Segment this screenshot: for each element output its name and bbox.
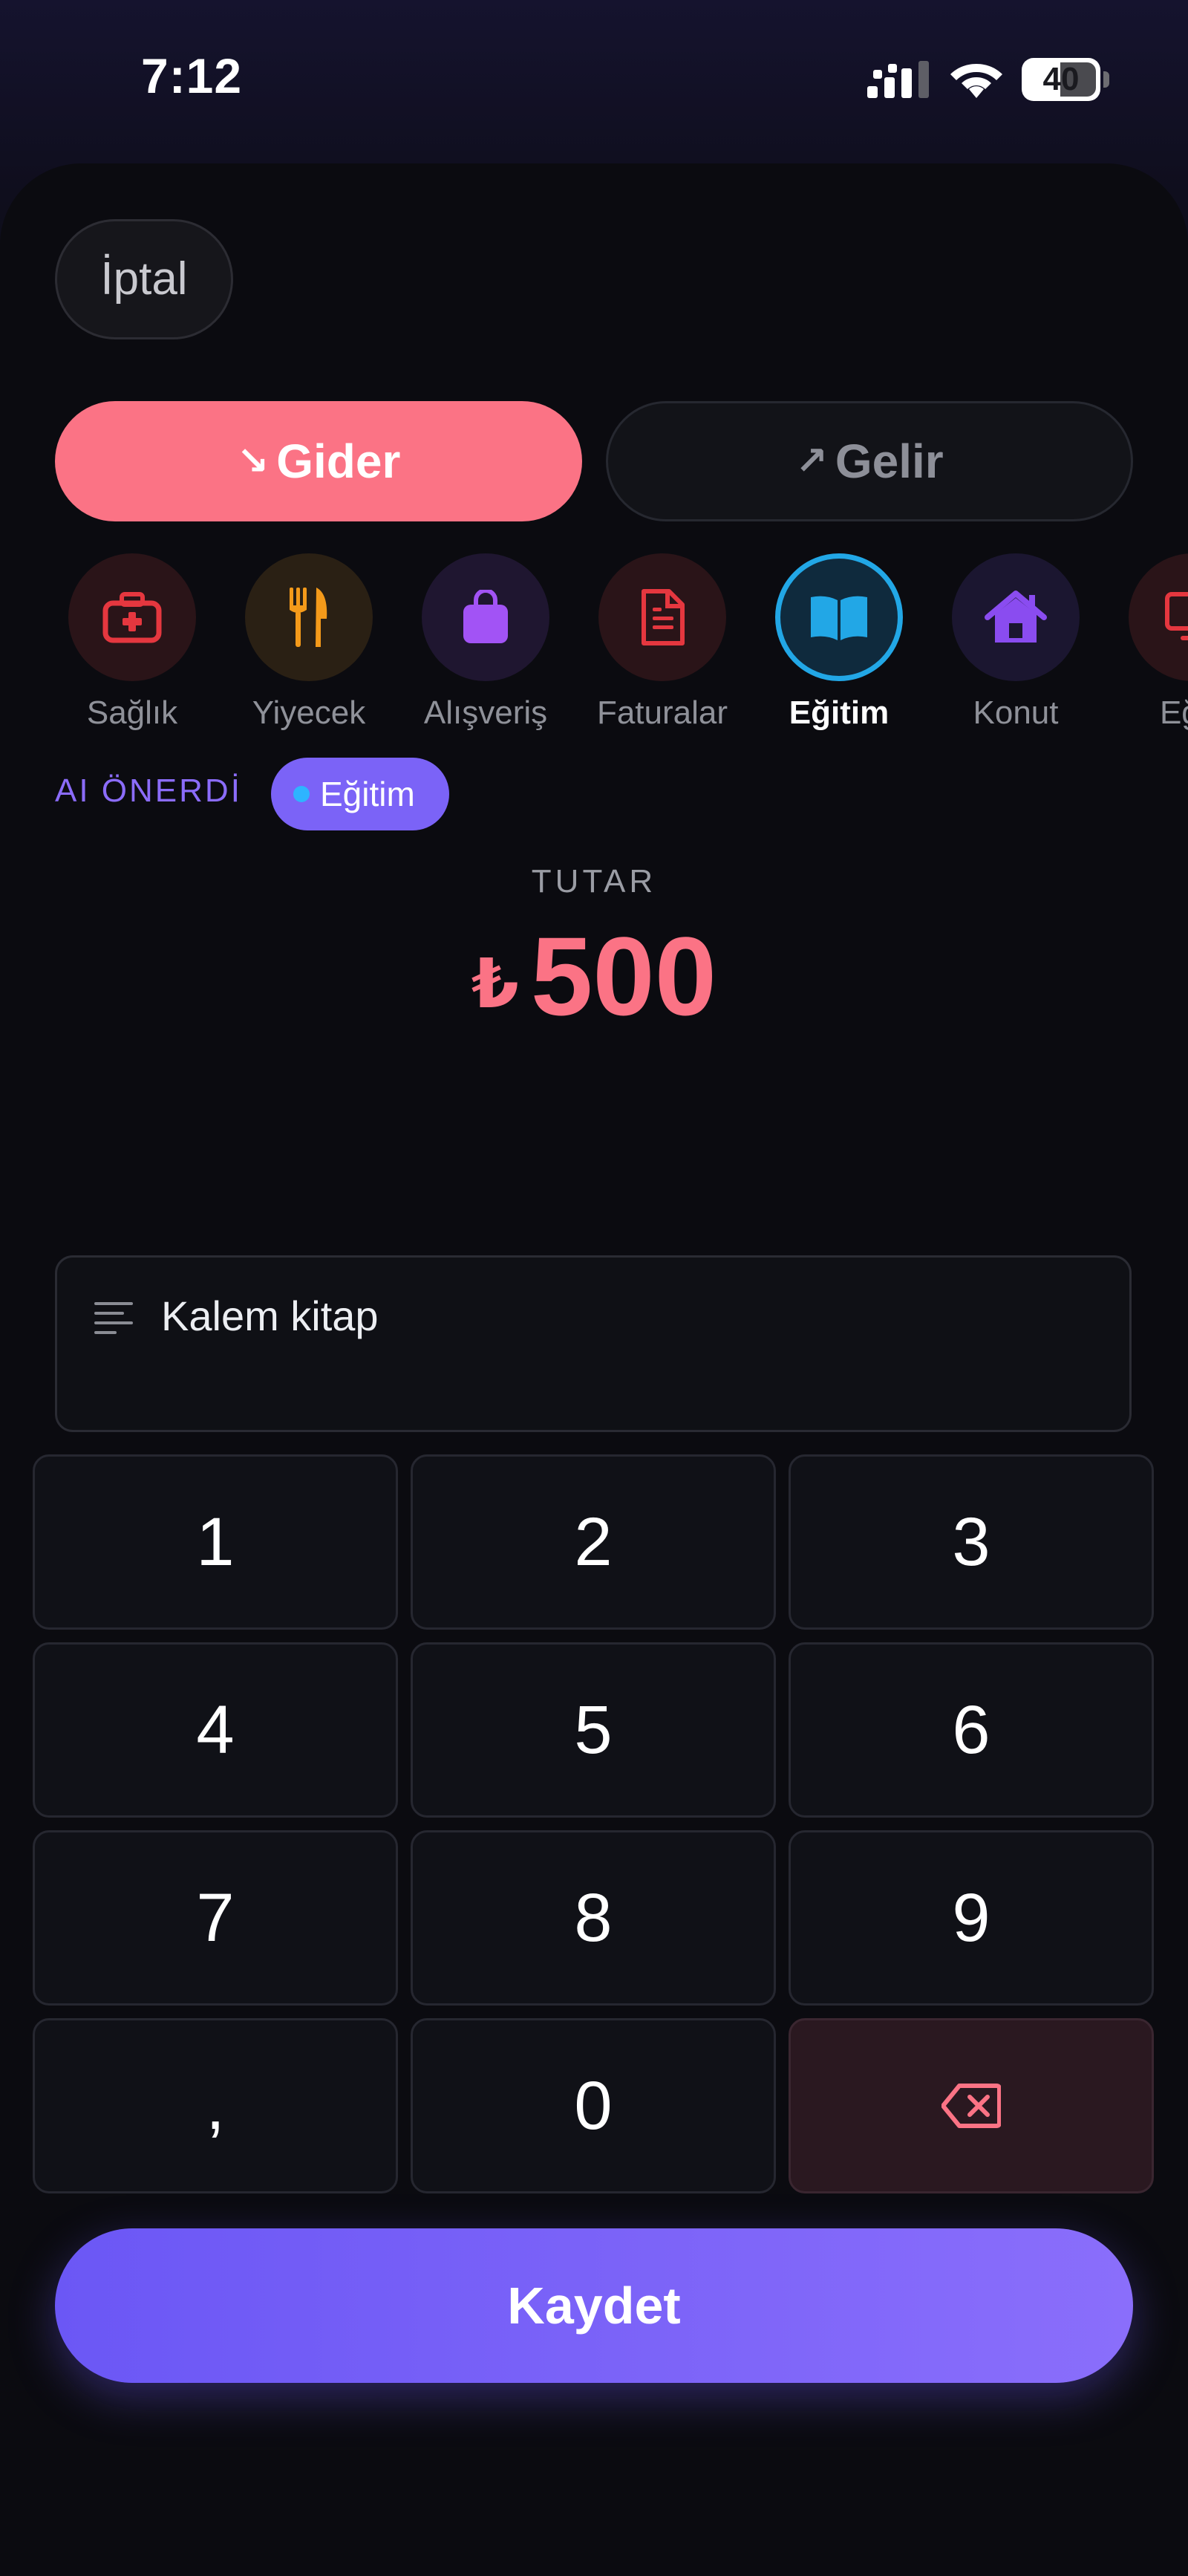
status-bar: 7:12 40 [0, 0, 1188, 156]
ai-suggestion-value: Eğitim [320, 775, 415, 813]
category-label: Konut [973, 695, 1059, 731]
ai-suggestion-chip[interactable]: Eğitim [271, 758, 449, 830]
key-0[interactable]: 0 [411, 2018, 776, 2193]
category-label: Alışveriş [423, 695, 548, 731]
category-egle[interactable]: Eğle [1118, 553, 1188, 732]
document-icon [642, 589, 685, 645]
category-label: Faturalar [596, 695, 728, 731]
shopping-bag-icon [463, 590, 508, 643]
add-transaction-screen: 7:12 40 İptal ↘ Gider ↗ Gelir Sağlık Yiy… [0, 0, 1188, 2576]
category-faturalar[interactable]: Faturalar [588, 553, 737, 732]
income-label: Gelir [835, 435, 944, 488]
key-6[interactable]: 6 [789, 1642, 1154, 1818]
wifi-icon [950, 64, 1002, 98]
income-toggle-button[interactable]: ↗ Gelir [606, 401, 1133, 521]
category-label: Sağlık [86, 695, 178, 731]
battery-level: 40 [1042, 61, 1080, 97]
category-egitim[interactable]: Eğitim [765, 553, 913, 732]
first-aid-kit-icon [102, 592, 162, 643]
category-alisveris[interactable]: Alışveriş [411, 553, 560, 732]
fork-knife-icon [290, 588, 327, 647]
amount-display: ₺ 500 [0, 912, 1188, 1041]
note-value: Kalem kitap [161, 1292, 379, 1339]
category-label: Eğle [1159, 695, 1188, 731]
battery-indicator: 40 [1022, 58, 1100, 101]
category-label: Yiyecek [252, 695, 366, 731]
key-1[interactable]: 1 [33, 1454, 398, 1630]
category-konut[interactable]: Konut [941, 553, 1090, 732]
category-yiyecek[interactable]: Yiyecek [235, 553, 383, 732]
cellular-signal-icon [867, 61, 929, 98]
key-7[interactable]: 7 [33, 1830, 398, 2006]
backspace-button[interactable] [789, 2018, 1154, 2193]
amount-value: 500 [530, 914, 717, 1038]
category-saglik[interactable]: Sağlık [58, 553, 206, 732]
dot-icon [293, 786, 310, 802]
home-icon [985, 591, 1047, 643]
open-book-icon [811, 596, 867, 640]
key-2[interactable]: 2 [411, 1454, 776, 1630]
key-5[interactable]: 5 [411, 1642, 776, 1818]
status-time: 7:12 [141, 48, 243, 103]
text-lines-icon [94, 1302, 133, 1334]
monitor-icon [1165, 592, 1188, 640]
key-8[interactable]: 8 [411, 1830, 776, 2006]
note-field[interactable]: Kalem kitap [55, 1255, 1132, 1432]
arrow-down-right-icon: ↘ [236, 440, 270, 483]
arrow-up-right-icon: ↗ [795, 440, 828, 483]
key-4[interactable]: 4 [33, 1642, 398, 1818]
currency-symbol: ₺ [471, 946, 519, 1022]
amount-label: TUTAR [531, 863, 657, 900]
ai-suggestion-label: AI ÖNERDİ [55, 773, 242, 809]
key-comma[interactable]: , [33, 2018, 398, 2193]
backspace-icon [941, 2084, 1001, 2128]
key-9[interactable]: 9 [789, 1830, 1154, 2006]
cancel-button[interactable]: İptal [55, 219, 233, 339]
key-3[interactable]: 3 [789, 1454, 1154, 1630]
expense-toggle-button[interactable]: ↘ Gider [55, 401, 582, 521]
expense-label: Gider [276, 435, 401, 488]
category-label: Eğitim [789, 695, 890, 731]
save-button[interactable]: Kaydet [55, 2228, 1133, 2383]
